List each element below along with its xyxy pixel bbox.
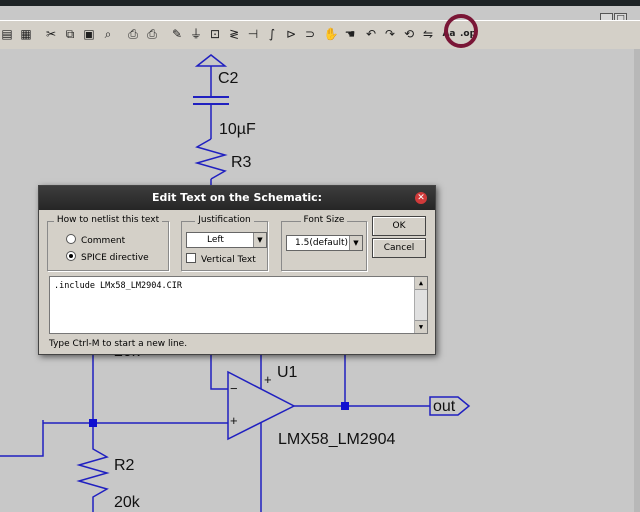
mirror-icon[interactable]: ⇋: [419, 25, 437, 43]
justification-value: Left: [207, 235, 224, 245]
justification-select[interactable]: Left ▼: [186, 232, 267, 248]
dialog-title-bar[interactable]: Edit Text on the Schematic: ✕: [39, 186, 435, 210]
right-edge-scrollbar[interactable]: [634, 49, 640, 512]
cut-icon[interactable]: ✂: [42, 25, 60, 43]
print-setup-icon[interactable]: ⎙: [124, 25, 142, 43]
spice-directive-radio-dot: [66, 251, 76, 261]
r3-label: R3: [231, 154, 252, 171]
spice-directive-radio-label: SPICE directive: [81, 253, 149, 263]
copy-icon[interactable]: ⧉: [61, 25, 79, 43]
junction-node-output: [341, 402, 349, 410]
font-size-group: Font Size 1.5(default) ▼: [281, 215, 367, 271]
vertical-text-label: Vertical Text: [201, 255, 256, 265]
undo-icon[interactable]: ↶: [362, 25, 380, 43]
c2-label: C2: [218, 70, 239, 87]
out-label: out: [433, 398, 456, 415]
chevron-down-icon: ▼: [253, 233, 266, 247]
r2-value: 20k: [114, 494, 140, 511]
directive-text-area[interactable]: .include LMx58_LM2904.CIR ▲ ▼: [49, 276, 428, 334]
comment-radio-dot: [66, 234, 76, 244]
label-net-icon[interactable]: ⊡: [206, 25, 224, 43]
comment-radio[interactable]: Comment: [66, 234, 125, 246]
vertical-text-checkbox[interactable]: Vertical Text: [186, 253, 256, 265]
netlist-group-title: How to netlist this text: [53, 215, 163, 225]
u1-plus-input: +: [230, 413, 238, 428]
component-icon[interactable]: ⊃: [301, 25, 319, 43]
cancel-button[interactable]: Cancel: [372, 238, 426, 258]
move-icon[interactable]: ✋: [322, 25, 340, 43]
dialog-title: Edit Text on the Schematic:: [151, 191, 323, 204]
wire-minus-input: [210, 353, 228, 390]
ground-symbol: [194, 54, 228, 67]
rotate-icon[interactable]: ⟲: [400, 25, 418, 43]
justification-group-title: Justification: [195, 215, 254, 225]
spice-directive-radio[interactable]: SPICE directive: [66, 251, 149, 263]
multi-window-icon[interactable]: ▦: [17, 25, 35, 43]
u1-value: LMX58_LM2904: [278, 431, 396, 448]
ground-icon[interactable]: ⏚: [187, 25, 205, 43]
ok-button[interactable]: OK: [372, 216, 426, 236]
text-area-scrollbar[interactable]: ▲ ▼: [414, 277, 427, 333]
resistor-icon[interactable]: ≷: [225, 25, 243, 43]
directive-text: .include LMx58_LM2904.CIR: [54, 281, 182, 291]
chevron-down-icon: ▼: [349, 236, 362, 250]
u1-minus-sign: −: [230, 381, 238, 396]
junction-node-left: [89, 419, 97, 427]
wire-left-input: [0, 420, 44, 457]
font-size-value: 1.5(default): [295, 238, 349, 248]
r3-zigzag: [194, 138, 228, 180]
newline-hint: Type Ctrl-M to start a new line.: [49, 339, 188, 349]
font-size-group-title: Font Size: [300, 215, 348, 225]
redo-icon[interactable]: ↷: [381, 25, 399, 43]
u1-plus-top: +: [264, 372, 272, 387]
spice-directive-highlight-circle: [444, 14, 478, 48]
capacitor-icon[interactable]: ⊣: [244, 25, 262, 43]
draw-wire-icon[interactable]: ✎: [168, 25, 186, 43]
print-icon[interactable]: ⎙: [143, 25, 161, 43]
drag-icon[interactable]: ☚: [341, 25, 359, 43]
inductor-icon[interactable]: ∫: [263, 25, 281, 43]
window-controls: _□×: [599, 6, 640, 46]
font-size-select[interactable]: 1.5(default) ▼: [286, 235, 363, 251]
edit-text-dialog: Edit Text on the Schematic: ✕ How to net…: [38, 185, 436, 355]
u1-label: U1: [277, 364, 298, 381]
wire-window-icon[interactable]: ▤: [0, 25, 16, 43]
toolbar: ▤ ▦ ✂ ⧉ ▣ ⌕ ⎙ ⎙ ✎ ⏚ ⊡ ≷ ⊣ ∫ ⊳ ⊃ ✋ ☚ ↶ ↷ ⟲ ⇋ Aa .op: [0, 20, 640, 50]
window-top-strip: [0, 0, 640, 6]
justification-group: Justification Left ▼ Vertical Text: [181, 215, 268, 271]
vertical-text-box: [186, 253, 196, 263]
dialog-close-icon[interactable]: ✕: [415, 192, 427, 204]
diode-icon[interactable]: ⊳: [282, 25, 300, 43]
paste-icon[interactable]: ▣: [80, 25, 98, 43]
r2-zigzag: [76, 427, 110, 512]
netlist-group: How to netlist this text Comment SPICE d…: [47, 215, 169, 271]
find-icon[interactable]: ⌕: [99, 25, 117, 43]
scroll-down-icon[interactable]: ▼: [415, 320, 427, 333]
scroll-up-icon[interactable]: ▲: [415, 277, 427, 290]
comment-radio-label: Comment: [81, 236, 126, 246]
r2-label: R2: [114, 457, 135, 474]
c2-value: 10µF: [219, 121, 256, 138]
